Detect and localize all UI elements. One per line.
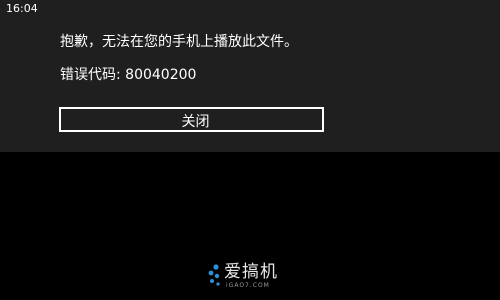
status-bar-time: 16:04 [6,2,38,15]
watermark-text: 爱搞机 iGAO7.COM [224,262,278,290]
igao7-logo-icon [207,264,221,286]
error-dialog: 16:04 抱歉，无法在您的手机上播放此文件。 错误代码: 80040200 关… [0,0,500,152]
close-button[interactable]: 关闭 [59,107,324,132]
watermark: 爱搞机 iGAO7.COM [207,262,278,296]
error-message: 抱歉，无法在您的手机上播放此文件。 [60,34,298,50]
watermark-url: iGAO7.COM [226,282,270,289]
error-code: 错误代码: 80040200 [60,67,197,83]
phone-screen: 16:04 抱歉，无法在您的手机上播放此文件。 错误代码: 80040200 关… [0,0,500,300]
watermark-brand: 爱搞机 [224,262,278,282]
